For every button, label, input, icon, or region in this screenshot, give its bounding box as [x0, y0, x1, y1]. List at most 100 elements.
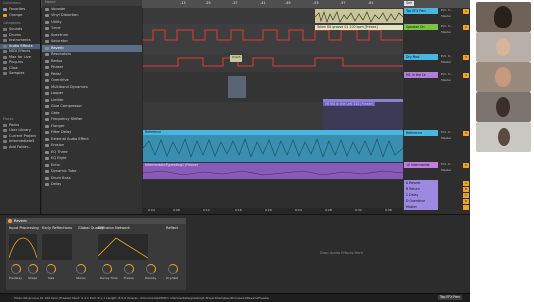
track-input[interactable]: Ext. In: [441, 72, 451, 77]
track-activator-button[interactable]: 4: [463, 72, 469, 78]
participant-video[interactable]: [476, 32, 531, 62]
track-input[interactable]: Ext. In: [441, 162, 451, 167]
track-activator-button[interactable]: B: [463, 186, 469, 192]
track-activator-button[interactable]: 5: [463, 130, 469, 136]
filter-display[interactable]: [8, 234, 38, 260]
track-header[interactable]: Master: [403, 204, 470, 210]
audio-clip[interactable]: [314, 9, 404, 24]
participant-video[interactable]: [476, 122, 531, 152]
status-track[interactable]: Top EFX Perc: [438, 295, 463, 300]
track-name[interactable]: Master: [404, 204, 438, 210]
track-input[interactable]: Ext. In: [441, 130, 451, 135]
participant-video[interactable]: [476, 2, 531, 32]
track-header[interactable]: Speaker On 2 Ext. In Master: [403, 24, 470, 34]
shape-knob[interactable]: [28, 264, 38, 274]
participant-avatar: [494, 6, 512, 28]
waveform-clip[interactable]: [228, 76, 246, 98]
lane-midi-2[interactable]: 06 MU in the Left 120 [Freeze]: [143, 102, 403, 130]
track-name[interactable]: Reference: [404, 130, 438, 136]
lane-greeting[interactable]: Intermediate5\greeting1 (Freeze): [143, 162, 403, 180]
ruler-mark: -57: [340, 1, 346, 5]
browser-item-label: Glue Compressor: [51, 104, 82, 109]
track-activator-button[interactable]: 2: [463, 24, 469, 30]
audio-effect-icon: [45, 53, 49, 57]
browser-item-label: Dynamic Tube: [51, 169, 77, 174]
track-input[interactable]: Ext. In: [441, 24, 451, 29]
stereo-knob[interactable]: [76, 264, 86, 274]
top-clip[interactable]: Token Kit groove 01 100 bpm [Freeze]: [315, 25, 403, 30]
track-activator-button[interactable]: D: [463, 198, 469, 204]
participant-video[interactable]: [476, 62, 531, 92]
track-input[interactable]: Ext. In: [441, 54, 451, 59]
track-header[interactable]: Top EFX Perc 1 Ext. In Master: [403, 8, 470, 18]
lane-top-efx[interactable]: [143, 8, 404, 24]
power-icon[interactable]: [8, 219, 12, 223]
browser-item-label: Filter Delay: [51, 130, 72, 135]
decay-knob[interactable]: [102, 264, 112, 274]
browser-item-label: Multiband Dynamics: [51, 84, 88, 89]
sidebar-item-add-folder[interactable]: Add Folder...: [0, 145, 40, 151]
predelay-knob[interactable]: [11, 264, 21, 274]
density-knob[interactable]: [146, 264, 156, 274]
audio-effect-icon: [45, 7, 49, 11]
small-clip[interactable]: Crash: [230, 55, 242, 62]
track-input[interactable]: Ext. In: [441, 8, 451, 13]
track-activator-button[interactable]: A: [463, 180, 469, 186]
browser-item[interactable]: Delay: [42, 182, 142, 189]
track-output[interactable]: Master: [441, 30, 451, 35]
places-header: Places: [3, 116, 14, 121]
sidebar-item-orange[interactable]: Orange: [0, 13, 40, 19]
lane-midi[interactable]: [143, 72, 403, 102]
audio-effect-icon: [45, 124, 49, 128]
browser-item-label: Erosion: [51, 143, 65, 148]
arrangement-view[interactable]: Token Kit groove 01 100 bpm [Freeze] Cra…: [143, 8, 404, 214]
diffusion-display[interactable]: [97, 234, 149, 260]
track-activator-button[interactable]: [463, 204, 469, 210]
track-name[interactable]: M1 In the Le: [404, 72, 438, 78]
device-title-bar[interactable]: Reverb: [6, 218, 186, 224]
browser-items: Vocoder Vinyl Distortion Utility Tuner Spect…: [42, 6, 142, 188]
reverb-device[interactable]: Reverb Input Processing Early Reflection…: [6, 218, 186, 290]
drywet-knob[interactable]: [168, 264, 178, 274]
early-display[interactable]: [42, 234, 72, 260]
track-activator-button[interactable]: 1: [463, 8, 469, 14]
track-header[interactable]: Reference 5 Ext. In Master: [403, 130, 470, 140]
track-name[interactable]: Top EFX Perc: [404, 8, 438, 14]
size-knob[interactable]: [46, 264, 56, 274]
track-header[interactable]: Dry Mod 3 Ext. In Master: [403, 54, 470, 64]
greeting-clip[interactable]: Intermediate5\greeting1 (Freeze): [143, 163, 403, 179]
freeze-knob[interactable]: [124, 264, 134, 274]
clips-icon: [3, 66, 7, 70]
ableton-window: -13 -29 -37 -41 -49 -53 -57 -61 Set Coll…: [0, 0, 470, 302]
track-activator-button[interactable]: 6: [463, 162, 469, 168]
track-output[interactable]: Master: [441, 78, 451, 83]
sidebar-item-samples[interactable]: Samples: [0, 71, 40, 77]
track-output[interactable]: Master: [441, 168, 451, 173]
set-button[interactable]: Set: [404, 1, 414, 6]
track-activator-button[interactable]: 3: [463, 54, 469, 60]
midi-region[interactable]: 06 MU in the Left 120 [Freeze]: [323, 102, 403, 130]
participant-video[interactable]: [476, 92, 531, 122]
browser-item-label: Saturator: [51, 39, 68, 44]
track-header[interactable]: 10 Intermediat 6 Ext. In Master: [403, 162, 470, 172]
track-header[interactable]: M1 In the Le 4 Ext. In Master: [403, 72, 470, 82]
lane-returns[interactable]: [143, 180, 403, 210]
browser-item-label: Pedal: [51, 71, 61, 76]
audio-effect-icon: [45, 176, 49, 180]
track-name[interactable]: Speaker On: [404, 24, 438, 30]
track-name[interactable]: Dry Mod: [404, 54, 438, 60]
track-activator-button[interactable]: C: [463, 192, 469, 198]
track-output[interactable]: Master: [441, 14, 451, 19]
lane-dry-mod[interactable]: Crash: [143, 54, 403, 72]
time-mark: 0:20: [265, 208, 272, 212]
drums-icon: [3, 33, 7, 37]
lane-speaker[interactable]: Token Kit groove 01 100 bpm [Freeze]: [143, 24, 403, 54]
reference-waveform: [143, 135, 403, 162]
browser-item-label: Utility: [51, 19, 62, 24]
track-name[interactable]: 10 Intermediat: [404, 162, 438, 168]
audio-effect-icon: [45, 118, 49, 122]
track-output[interactable]: Master: [441, 136, 451, 141]
track-output[interactable]: Master: [441, 60, 451, 65]
label-drywet: Dry/Wet: [166, 276, 179, 280]
lane-reference[interactable]: Reference: [143, 130, 403, 162]
